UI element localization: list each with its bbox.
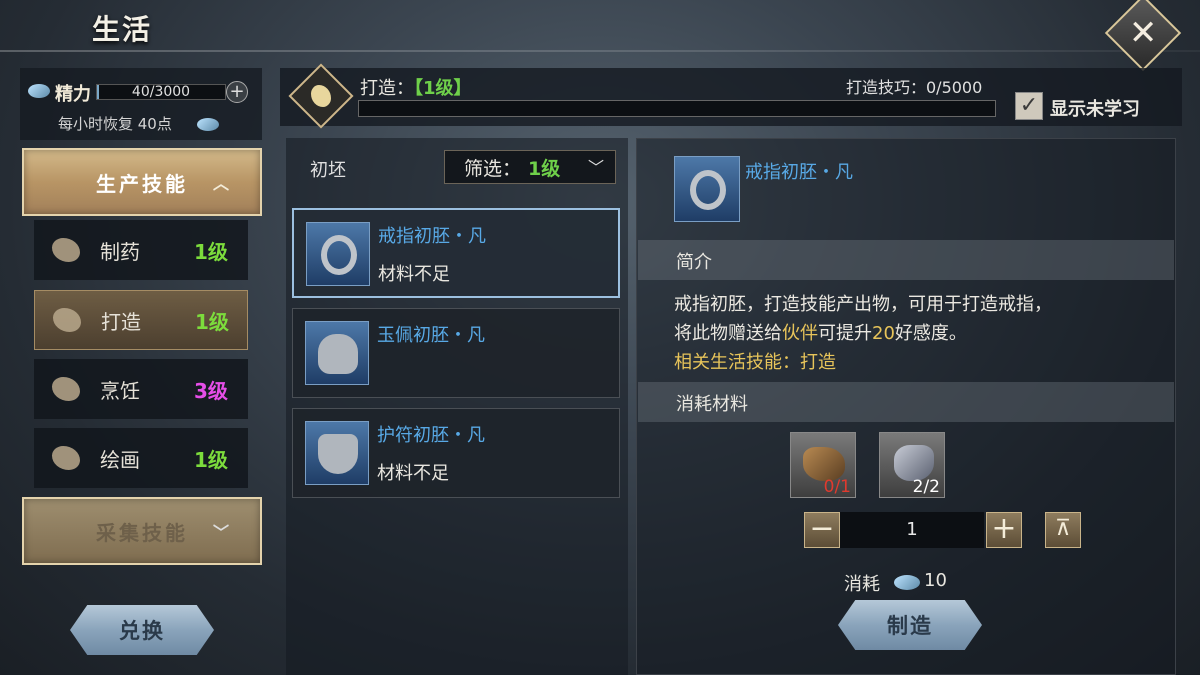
increase-button[interactable]: + [986, 512, 1022, 548]
desc-line-1: 戒指初胚，打造技能产出物，可用于打造戒指， [674, 294, 1052, 315]
stamina-recover-icon [197, 118, 219, 131]
skill-level: 3级 [194, 378, 228, 403]
close-button[interactable]: ✕ [1104, 0, 1182, 72]
skill-name: 烹饪 [100, 378, 140, 403]
skill-leaf-icon [52, 446, 80, 470]
recipe-item-ring[interactable]: 戒指初胚・凡 材料不足 [292, 208, 620, 298]
companion-highlight: 伙伴 [782, 323, 818, 344]
decrease-button[interactable]: − [804, 512, 840, 548]
item-description: 戒指初胚，打造技能产出物，可用于打造戒指， 将此物赠送给伙伴可提升20好感度。 … [674, 290, 1134, 377]
page-title: 生活 [92, 13, 153, 46]
recipe-item-jade-pendant[interactable]: 玉佩初胚・凡 [292, 308, 620, 398]
show-unlearned-label[interactable]: 显示未学习 [1050, 95, 1140, 121]
skill-name: 打造 [101, 309, 141, 334]
intro-section-bar [638, 240, 1174, 280]
skill-leaf-icon [52, 238, 80, 262]
close-icon: ✕ [1128, 13, 1158, 53]
ring-icon [674, 156, 740, 222]
recipe-name: 玉佩初胚・凡 [377, 325, 485, 346]
material-slot-ore[interactable]: 0/1 [790, 432, 856, 498]
filter-value: 1级 [528, 158, 561, 180]
quantity-value[interactable]: 1 [840, 512, 984, 548]
stamina-icon [28, 84, 50, 98]
skill-leaf-icon [52, 377, 80, 401]
amulet-icon [305, 421, 369, 485]
forge-level: 【1级】 [405, 78, 472, 99]
skill-name: 制药 [100, 239, 140, 264]
materials-title: 消耗材料 [676, 394, 748, 415]
cost-value: 10 [924, 570, 947, 591]
chevron-up-icon: ︿ [212, 174, 232, 193]
skill-item-painting[interactable]: 绘画 1级 [34, 428, 248, 488]
max-quantity-button[interactable]: ⊼ [1045, 512, 1081, 548]
stamina-add-button[interactable]: + [226, 81, 248, 103]
pendant-icon [305, 321, 369, 385]
ring-icon [306, 222, 370, 286]
recipe-name: 护符初胚・凡 [377, 425, 485, 446]
related-skill: 相关生活技能：打造 [674, 352, 836, 373]
material-slot-stone[interactable]: 2/2 [879, 432, 945, 498]
recipe-status: 材料不足 [378, 264, 450, 285]
skill-item-pharmacy[interactable]: 制药 1级 [34, 220, 248, 280]
gathering-skills-button[interactable]: 采集技能 ﹀ [22, 497, 262, 565]
cost-label: 消耗 [844, 574, 880, 595]
desc-line-2: 将此物赠送给伙伴可提升20好感度。 [674, 323, 967, 344]
production-skills-label: 生产技能 [96, 171, 188, 196]
filter-label: 筛选： [464, 158, 522, 180]
production-skills-button[interactable]: 生产技能 ︿ [22, 148, 262, 216]
recipe-status: 材料不足 [377, 463, 449, 484]
skill-name: 绘画 [100, 447, 140, 472]
chevron-down-icon: ﹀ [588, 158, 605, 177]
skill-item-cooking[interactable]: 烹饪 3级 [34, 359, 248, 419]
recipe-item-amulet[interactable]: 护符初胚・凡 材料不足 [292, 408, 620, 498]
forge-skill-points: 打造技巧：0/5000 [846, 78, 983, 97]
skill-level: 1级 [195, 309, 229, 334]
exchange-button[interactable]: 兑换 [70, 605, 214, 655]
forge-progress-bar [358, 100, 996, 117]
recipe-list-header: 初坯 [310, 160, 346, 181]
recipe-name: 戒指初胚・凡 [378, 226, 486, 247]
stone-icon [894, 445, 934, 481]
detail-item-name: 戒指初胚・凡 [745, 162, 853, 183]
stamina-value: 40/3000 [131, 84, 191, 100]
chevron-down-icon: ﹀ [212, 523, 232, 542]
craft-button[interactable]: 制造 [838, 600, 982, 650]
stamina-label: 精力 [55, 84, 91, 105]
header-divider [0, 50, 1200, 52]
material-count: 2/2 [912, 477, 940, 497]
material-count: 0/1 [823, 477, 851, 497]
show-unlearned-checkbox[interactable]: ✓ [1015, 92, 1043, 120]
skill-level: 1级 [194, 447, 228, 472]
stamina-icon [894, 575, 920, 590]
intro-title: 简介 [676, 252, 712, 273]
skill-item-forging[interactable]: 打造 1级 [34, 290, 248, 350]
affinity-value: 20 [872, 323, 895, 344]
stamina-recover-text: 每小时恢复 40点 [58, 115, 172, 133]
skill-leaf-icon [53, 308, 81, 332]
skill-level: 1级 [194, 239, 228, 264]
ore-icon [803, 447, 845, 481]
gathering-skills-label: 采集技能 [96, 520, 188, 545]
